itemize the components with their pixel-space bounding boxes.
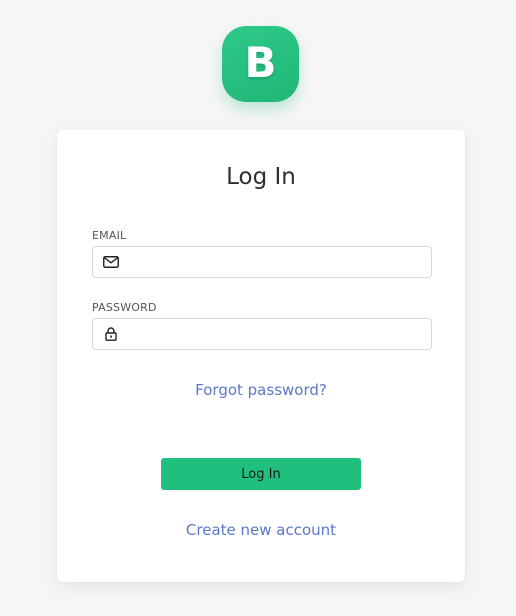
forgot-password-link[interactable]: Forgot password?	[57, 381, 465, 399]
email-label: EMAIL	[92, 229, 127, 242]
login-card: Log In EMAIL PASSWORD Forgot password? L…	[57, 130, 465, 582]
login-button[interactable]: Log In	[161, 458, 361, 490]
email-field[interactable]	[127, 248, 427, 276]
password-label: PASSWORD	[92, 301, 157, 314]
password-field-wrapper[interactable]	[92, 318, 432, 350]
page-title: Log In	[226, 164, 296, 190]
lock-icon	[103, 326, 119, 342]
email-field-wrapper[interactable]	[92, 246, 432, 278]
password-field[interactable]	[127, 320, 427, 348]
app-logo-letter: B	[244, 38, 277, 87]
app-logo: B	[222, 26, 299, 102]
create-account-link[interactable]: Create new account	[57, 521, 465, 539]
envelope-icon	[103, 254, 119, 270]
